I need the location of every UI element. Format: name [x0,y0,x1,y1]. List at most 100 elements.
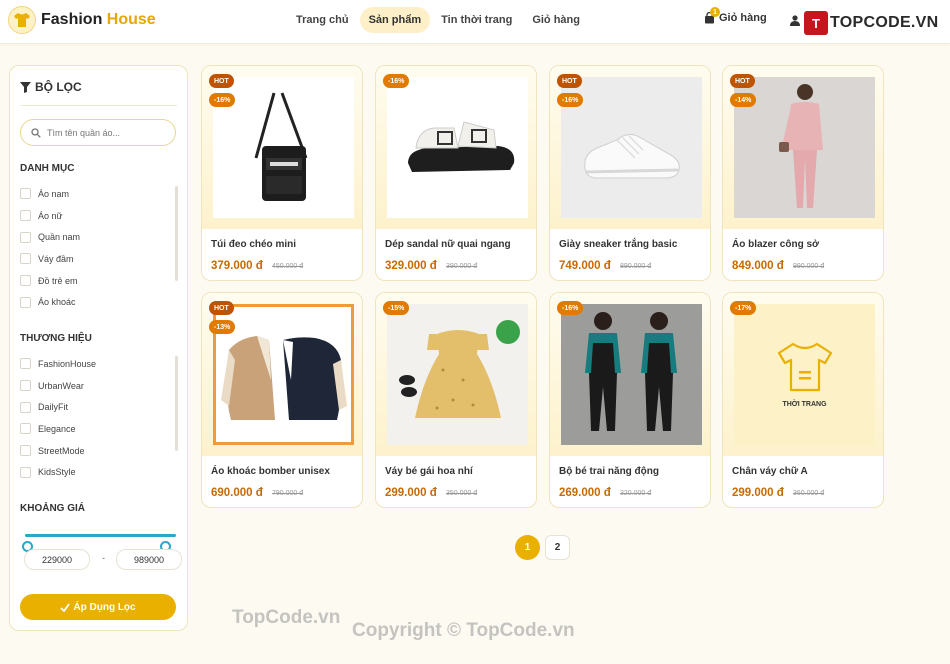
cart-button[interactable]: 1 Giỏ hàng [704,7,767,24]
page-2-button[interactable]: 2 [545,535,570,560]
product-old-price: 790.000 đ [272,490,304,497]
checkbox[interactable] [20,188,31,200]
product-image-area: THỜI TRANG [723,293,883,456]
category-item[interactable]: Áo khoác [20,291,178,313]
user-icon[interactable] [790,13,800,31]
product-old-price: 390.000 đ [446,263,478,270]
product-image-area [376,66,536,229]
product-price: 749.000 đ [559,260,611,272]
placeholder-text: THỜI TRANG [782,401,827,408]
category-scrollbar[interactable] [175,186,178,281]
product-card[interactable]: HOT -13% Áo khoác bomber unisex 690.000 … [201,292,363,508]
page-1-button[interactable]: 1 [515,535,540,560]
tshirt-icon [8,6,36,34]
divider [20,105,177,106]
category-item[interactable]: Áo nam [20,183,178,205]
search-icon [31,127,41,138]
brand-item[interactable]: StreetMode [20,440,178,462]
product-name[interactable]: Giày sneaker trắng basic [559,239,677,250]
check-icon [60,602,71,612]
price-min-input[interactable]: 229000 [24,549,90,570]
main-nav: Trang chủ Sản phẩm Tin thời trang Giỏ hà… [287,7,591,33]
brand-item[interactable]: UrbanWear [20,375,178,397]
product-image-area [723,66,883,229]
checkbox[interactable] [20,231,31,243]
category-list: Áo nam Áo nữ Quần nam Váy đầm Đồ trẻ em … [20,183,178,313]
brand-item[interactable]: KidsStyle [20,461,178,483]
tshirt-icon [777,342,832,392]
product-name[interactable]: Chân váy chữ A [732,466,808,477]
product-image-area [202,293,362,456]
brand-item[interactable]: FashionHouse [20,353,178,375]
discount-badge: -17% [730,301,757,315]
product-card[interactable]: -16% Bộ bé trai năng động 269.000 đ 320.… [549,292,711,508]
watermark-text: TopCode.vn [232,607,341,628]
price-max-input[interactable]: 989000 [116,549,182,570]
sandal-image [387,77,528,218]
product-card[interactable]: HOT -16% Túi đeo chéo mini 379.000 đ 450… [201,65,363,281]
product-card[interactable]: -15% Váy bé gái hoa nhí 299.000 đ 350.00… [375,292,537,508]
nav-cart[interactable]: Giỏ hàng [523,7,589,33]
filter-title: BỘ LỌC [20,80,82,94]
brand-logo[interactable]: Fashion House [8,6,156,34]
checkbox[interactable] [20,296,31,308]
search-input[interactable] [47,127,162,138]
nav-products[interactable]: Sản phẩm [359,7,431,33]
product-price: 379.000 đ [211,260,263,272]
nav-home[interactable]: Trang chủ [287,7,358,33]
checkbox[interactable] [20,210,31,222]
hot-badge: HOT [209,74,234,88]
category-item[interactable]: Áo nữ [20,205,178,227]
range-track [25,534,176,537]
copyright-watermark: Copyright © TopCode.vn [352,620,575,641]
product-name[interactable]: Áo khoác bomber unisex [211,466,330,477]
checkbox[interactable] [20,380,31,392]
category-item[interactable]: Đồ trẻ em [20,270,178,292]
product-price: 849.000 đ [732,260,784,272]
product-name[interactable]: Bộ bé trai năng động [559,466,659,477]
product-card[interactable]: THỜI TRANG -17% Chân váy chữ A 299.000 đ… [722,292,884,508]
search-box[interactable] [20,119,176,146]
nav-fashion-news[interactable]: Tin thời trang [432,7,521,33]
product-old-price: 360.000 đ [793,490,825,497]
checkbox[interactable] [20,253,31,265]
brand-item[interactable]: Elegance [20,418,178,440]
price-range-slider[interactable]: 229000 - 989000 [20,532,182,572]
product-image-area [550,293,710,456]
checkbox[interactable] [20,466,31,478]
filter-icon [20,81,31,93]
brand-scrollbar[interactable] [175,356,178,451]
topcode-watermark-logo: T TOPCODE.VN [804,11,939,35]
checkbox[interactable] [20,275,31,287]
brand-label: Elegance [38,423,76,434]
brand-item[interactable]: DailyFit [20,396,178,418]
discount-badge: -13% [209,320,236,334]
girl-dress-image [387,304,528,445]
brand-list: FashionHouse UrbanWear DailyFit Elegance… [20,353,178,483]
product-card[interactable]: HOT -16% Giày sneaker trắng basic 749.00… [549,65,711,281]
checkbox[interactable] [20,401,31,413]
brand-label: FashionHouse [38,358,97,369]
apply-filter-button[interactable]: Áp Dụng Lọc [20,594,176,620]
cart-count-badge: 1 [710,7,720,17]
category-label: Áo nam [38,188,70,199]
checkbox[interactable] [20,358,31,370]
price-heading: KHOẢNG GIÁ [20,503,85,514]
category-item[interactable]: Váy đầm [20,248,178,270]
product-name[interactable]: Áo blazer công sở [732,239,819,250]
product-name[interactable]: Túi đeo chéo mini [211,239,296,250]
product-name[interactable]: Váy bé gái hoa nhí [385,466,473,477]
product-name[interactable]: Dép sandal nữ quai ngang [385,239,511,250]
boys-set-image [561,304,702,445]
checkbox[interactable] [20,445,31,457]
hot-badge: HOT [557,74,582,88]
discount-badge: -16% [557,301,584,315]
product-card[interactable]: HOT -14% Áo blazer công sở 849.000 đ 990… [722,65,884,281]
product-card[interactable]: -16% Dép sandal nữ quai ngang 329.000 đ … [375,65,537,281]
category-label: Quần nam [38,232,81,243]
product-price: 299.000 đ [385,487,437,499]
category-item[interactable]: Quần nam [20,226,178,248]
checkbox[interactable] [20,423,31,435]
category-label: Váy đầm [38,253,74,264]
filter-title-text: BỘ LỌC [35,80,82,94]
